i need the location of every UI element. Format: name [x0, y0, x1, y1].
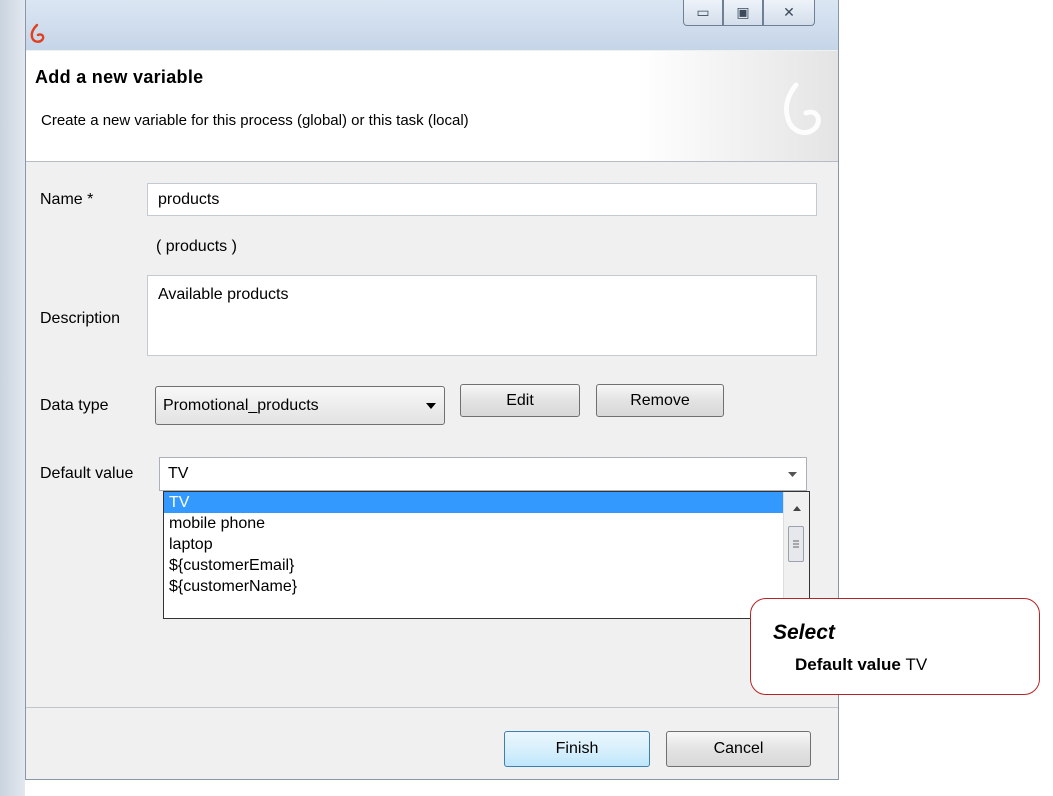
bonita-watermark-icon: [783, 82, 821, 136]
dropdown-option-customer-name[interactable]: ${customerName}: [164, 576, 809, 597]
dialog-header: Add a new variable Create a new variable…: [26, 51, 838, 162]
description-label: Description: [40, 310, 121, 327]
maximize-button[interactable]: ▣: [723, 0, 763, 26]
cancel-button[interactable]: Cancel: [666, 731, 811, 767]
default-value-combo[interactable]: TV: [159, 457, 807, 491]
data-type-value: Promotional_products: [163, 397, 319, 414]
chevron-down-icon[interactable]: [788, 472, 797, 478]
default-value-label: Default value: [40, 465, 134, 482]
data-type-select[interactable]: Promotional_products: [155, 386, 445, 425]
close-button[interactable]: ✕: [763, 0, 815, 26]
callout-body: Default value TV: [795, 655, 927, 675]
dialog-window: ▭ ▣ ✕ Add a new variable Create a new va…: [25, 0, 839, 780]
data-type-label: Data type: [40, 397, 109, 414]
chevron-down-icon: [426, 403, 436, 409]
callout-value: TV: [905, 655, 928, 674]
dialog-title: Add a new variable: [35, 67, 204, 87]
arrow-up-icon[interactable]: [793, 506, 801, 511]
dialog-subtitle: Create a new variable for this process (…: [41, 112, 469, 129]
dropdown-option-customer-email[interactable]: ${customerEmail}: [164, 555, 809, 576]
dropdown-option-tv[interactable]: TV: [164, 492, 809, 513]
header-logo-area: [638, 51, 838, 161]
callout-field: Default value: [795, 655, 901, 674]
callout-title: Select: [773, 621, 835, 644]
bonita-logo-icon: [30, 23, 45, 43]
dropdown-option-mobile-phone[interactable]: mobile phone: [164, 513, 809, 534]
name-input[interactable]: products: [147, 183, 817, 216]
finish-button[interactable]: Finish: [504, 731, 650, 767]
remove-button[interactable]: Remove: [596, 384, 724, 417]
title-bar: ▭ ▣ ✕: [26, 0, 838, 50]
description-input[interactable]: Available products: [147, 275, 817, 356]
instruction-callout: Select Default value TV: [750, 598, 1040, 695]
minimize-button[interactable]: ▭: [683, 0, 723, 26]
edit-button[interactable]: Edit: [460, 384, 580, 417]
default-value-text: TV: [168, 465, 189, 482]
name-preview: ( products ): [156, 238, 237, 255]
grip-icon: [793, 540, 799, 548]
scrollbar-thumb[interactable]: [788, 526, 804, 562]
default-value-dropdown[interactable]: TV mobile phone laptop ${customerEmail} …: [163, 491, 810, 619]
footer-divider: [26, 707, 838, 708]
dropdown-option-laptop[interactable]: laptop: [164, 534, 809, 555]
name-label: Name *: [40, 191, 94, 208]
background-strip: [0, 0, 25, 796]
